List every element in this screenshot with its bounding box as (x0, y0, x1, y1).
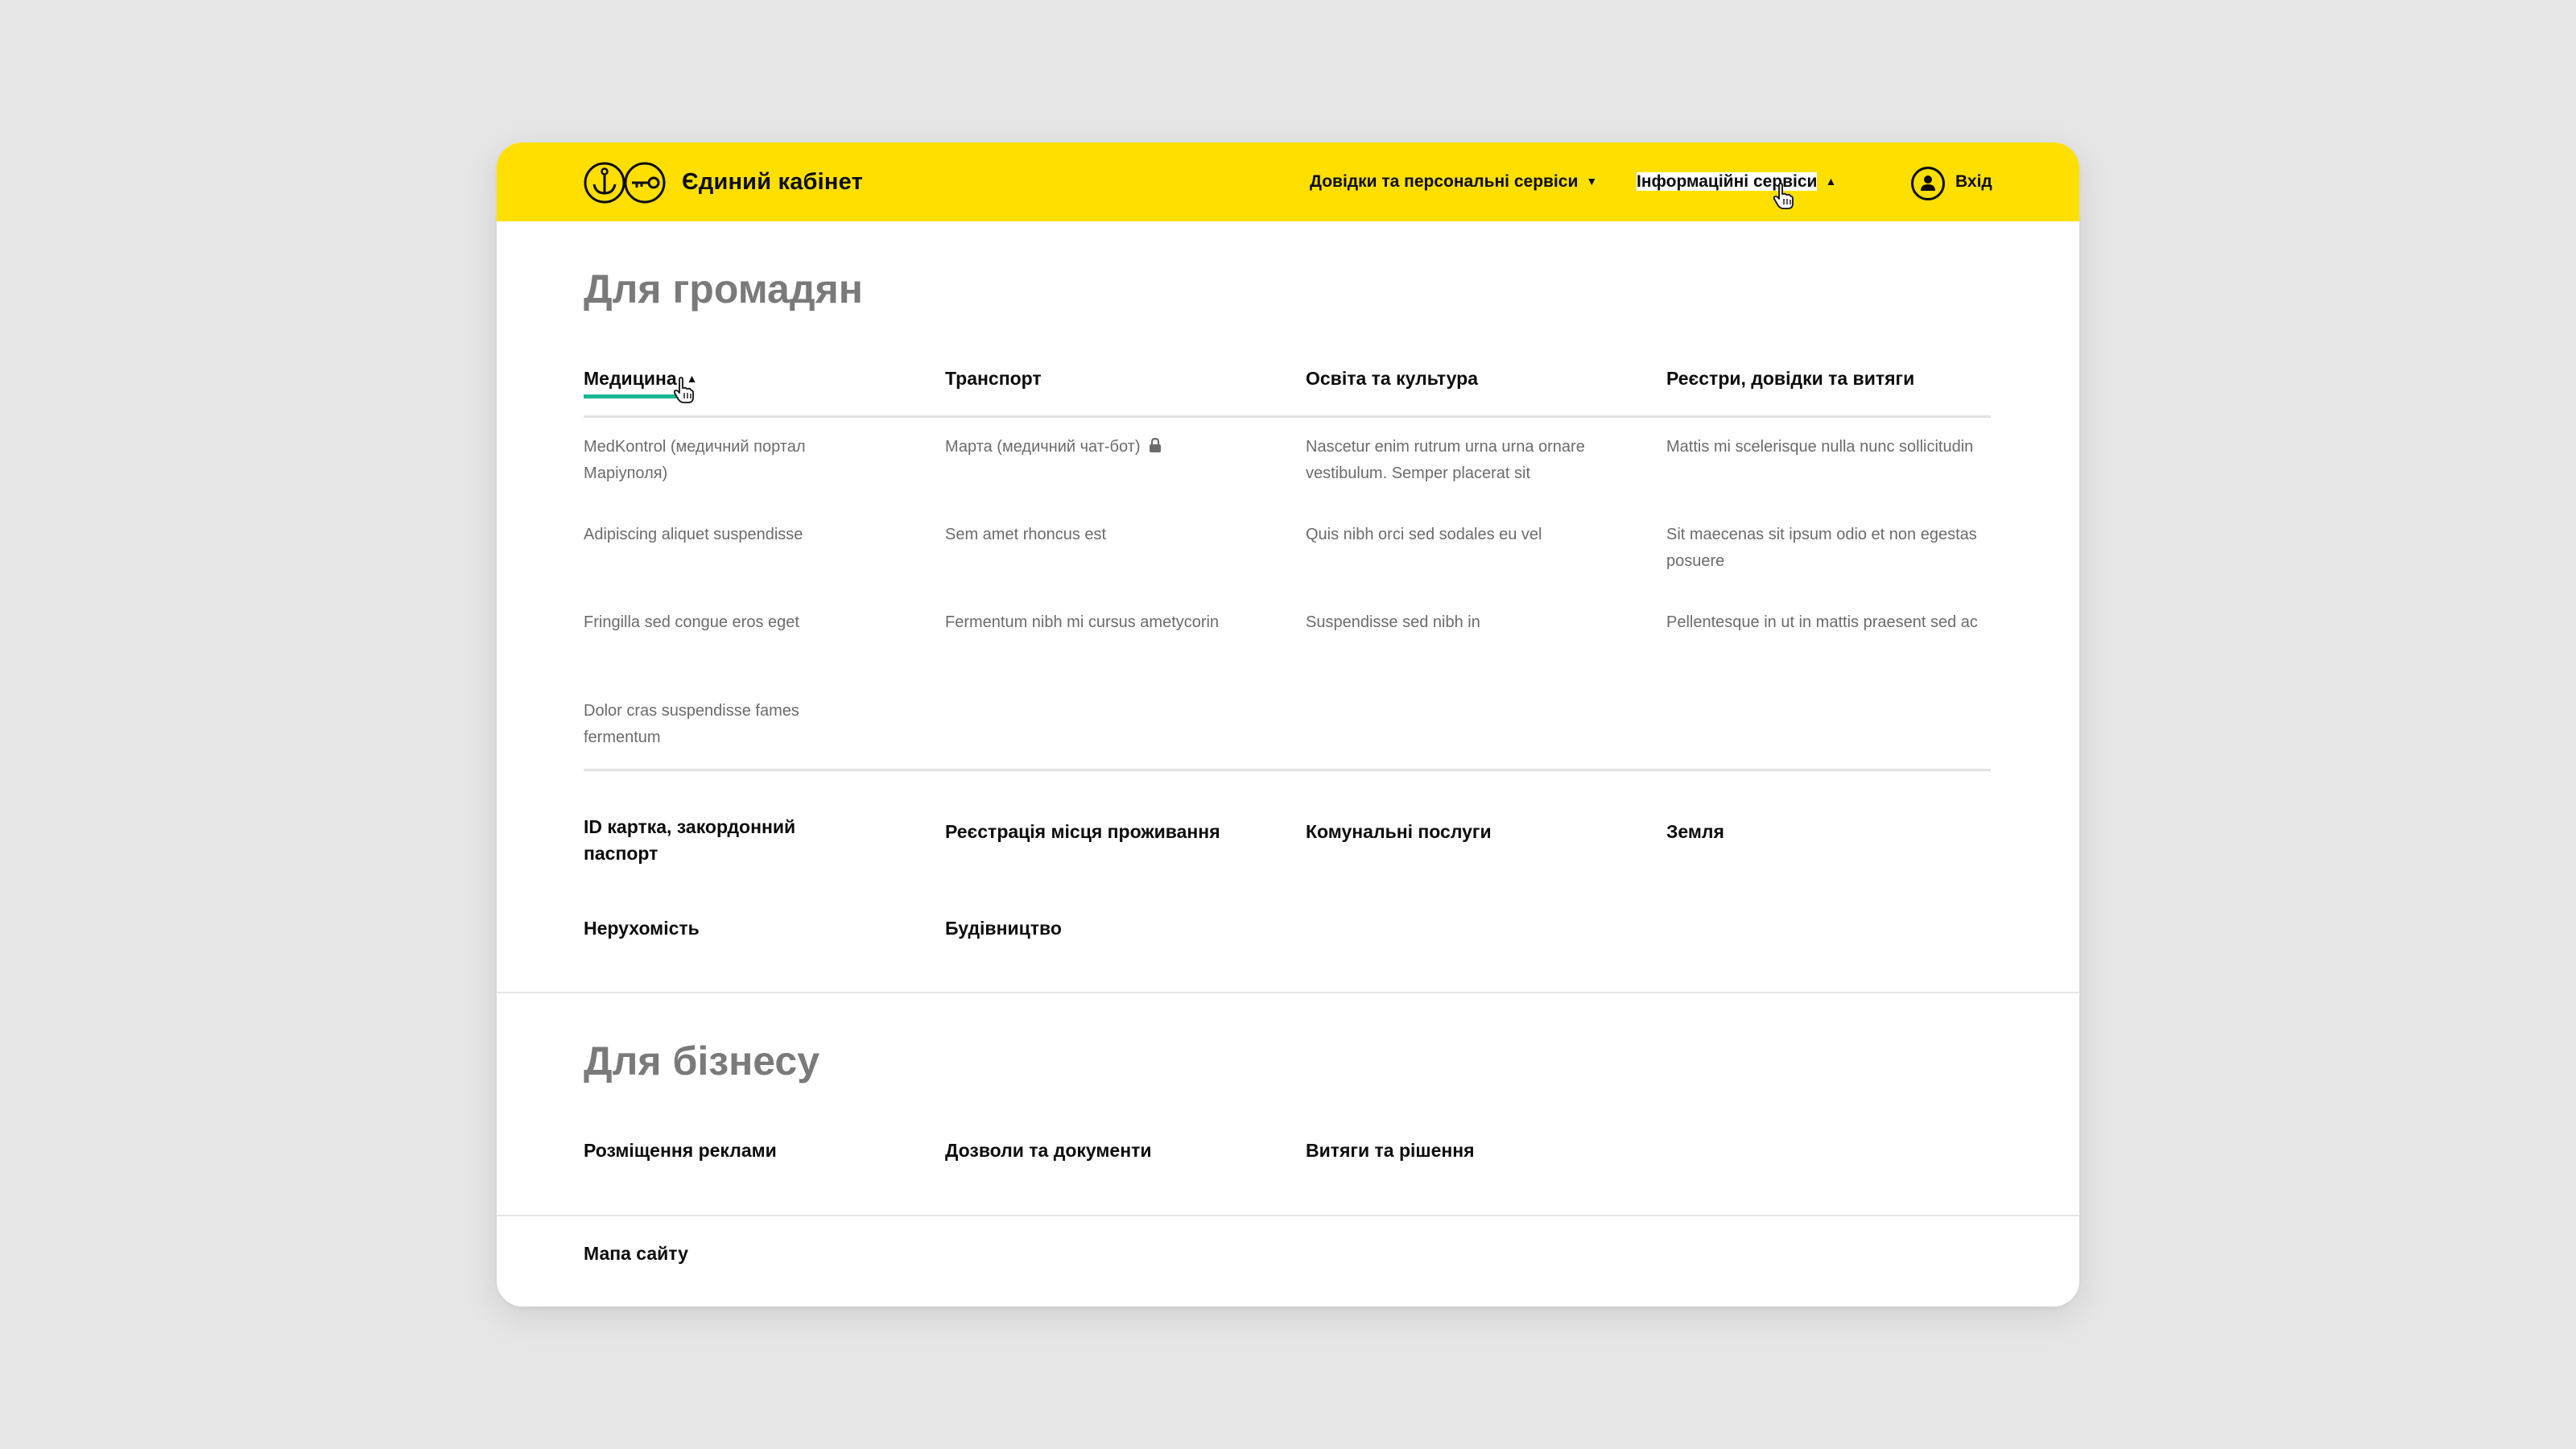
hand-cursor-icon (1773, 183, 1794, 209)
category-real-estate[interactable]: Нерухомість (584, 915, 873, 942)
caret-up-icon: ▲ (1825, 175, 1837, 188)
medicine-link[interactable]: Fringilla sed congue eros eget (584, 609, 873, 636)
portal-window: Єдиний кабінет Довідки та персональні се… (497, 142, 2079, 1307)
section-divider (497, 992, 2079, 993)
medicine-link-locked[interactable]: Марта (медичний чат-бот) (945, 434, 1235, 460)
divider (584, 415, 1991, 418)
anchor-key-logo[interactable] (584, 162, 666, 204)
category-registries[interactable]: Реєстри, довідки та витяги (1666, 365, 1914, 392)
category-id-card-passport[interactable]: ID картка, закордонний паспорт (584, 814, 841, 867)
nav-references-label: Довідки та персональні сервіси (1310, 172, 1579, 191)
category-construction[interactable]: Будівництво (945, 915, 1235, 942)
nav-info-services[interactable]: Інформаційні сервіси ▲ (1637, 169, 1836, 194)
medicine-link[interactable]: Dolor cras suspendisse fames fermentum (584, 698, 873, 751)
category-extracts-decisions[interactable]: Витяги та рішення (1306, 1137, 1596, 1164)
medicine-link[interactable]: Mattis mi scelerisque nulla nunc sollici… (1666, 434, 1988, 460)
hand-cursor-icon (673, 377, 694, 403)
section-divider (497, 1215, 2079, 1216)
category-utilities[interactable]: Комунальні послуги (1306, 819, 1596, 845)
medicine-link[interactable]: Pellentesque in ut in mattis praesent se… (1666, 609, 1988, 636)
medicine-link[interactable]: Adipiscing aliquet suspendisse (584, 522, 873, 548)
category-permits-documents[interactable]: Дозволи та документи (945, 1137, 1235, 1164)
category-land[interactable]: Земля (1666, 819, 1956, 845)
caret-down-icon: ▼ (1586, 175, 1598, 188)
sitemap-link[interactable]: Мапа сайту (584, 1241, 688, 1267)
medicine-link[interactable]: Nascetur enim rutrum urna urna ornare ve… (1306, 434, 1644, 487)
category-residence-registration[interactable]: Реєстрація місця проживання (945, 819, 1267, 845)
active-underline (584, 394, 677, 398)
category-transport[interactable]: Транспорт (945, 365, 1042, 392)
medicine-link[interactable]: Fermentum nibh mi cursus ametycorin (945, 609, 1235, 636)
section-title-citizens: Для громадян (584, 266, 863, 312)
user-circle-icon (1911, 167, 1945, 200)
login-label: Вхід (1955, 172, 1992, 191)
top-header: Єдиний кабінет Довідки та персональні се… (497, 142, 2079, 221)
medicine-link[interactable]: MedKontrol (медичний портал Маріуполя) (584, 434, 873, 487)
medicine-link[interactable]: Suspendisse sed nibh in (1306, 609, 1644, 636)
category-medicine-label: Медицина (584, 368, 677, 389)
medicine-link-label: Марта (медичний чат-бот) (945, 438, 1141, 456)
brand-title[interactable]: Єдиний кабінет (682, 165, 863, 199)
medicine-link[interactable]: Sem amet rhoncus est (945, 522, 1235, 548)
medicine-link[interactable]: Sit maecenas sit ipsum odio et non egest… (1666, 522, 1988, 575)
medicine-link[interactable]: Quis nibh orci sed sodales eu vel (1306, 522, 1644, 548)
category-advertising[interactable]: Розміщення реклами (584, 1137, 873, 1164)
category-education-culture[interactable]: Освіта та культура (1306, 365, 1478, 392)
nav-references-services[interactable]: Довідки та персональні сервіси ▼ (1310, 169, 1597, 194)
section-title-business: Для бізнесу (584, 1038, 820, 1084)
lock-icon (1149, 437, 1161, 452)
divider (584, 769, 1991, 771)
